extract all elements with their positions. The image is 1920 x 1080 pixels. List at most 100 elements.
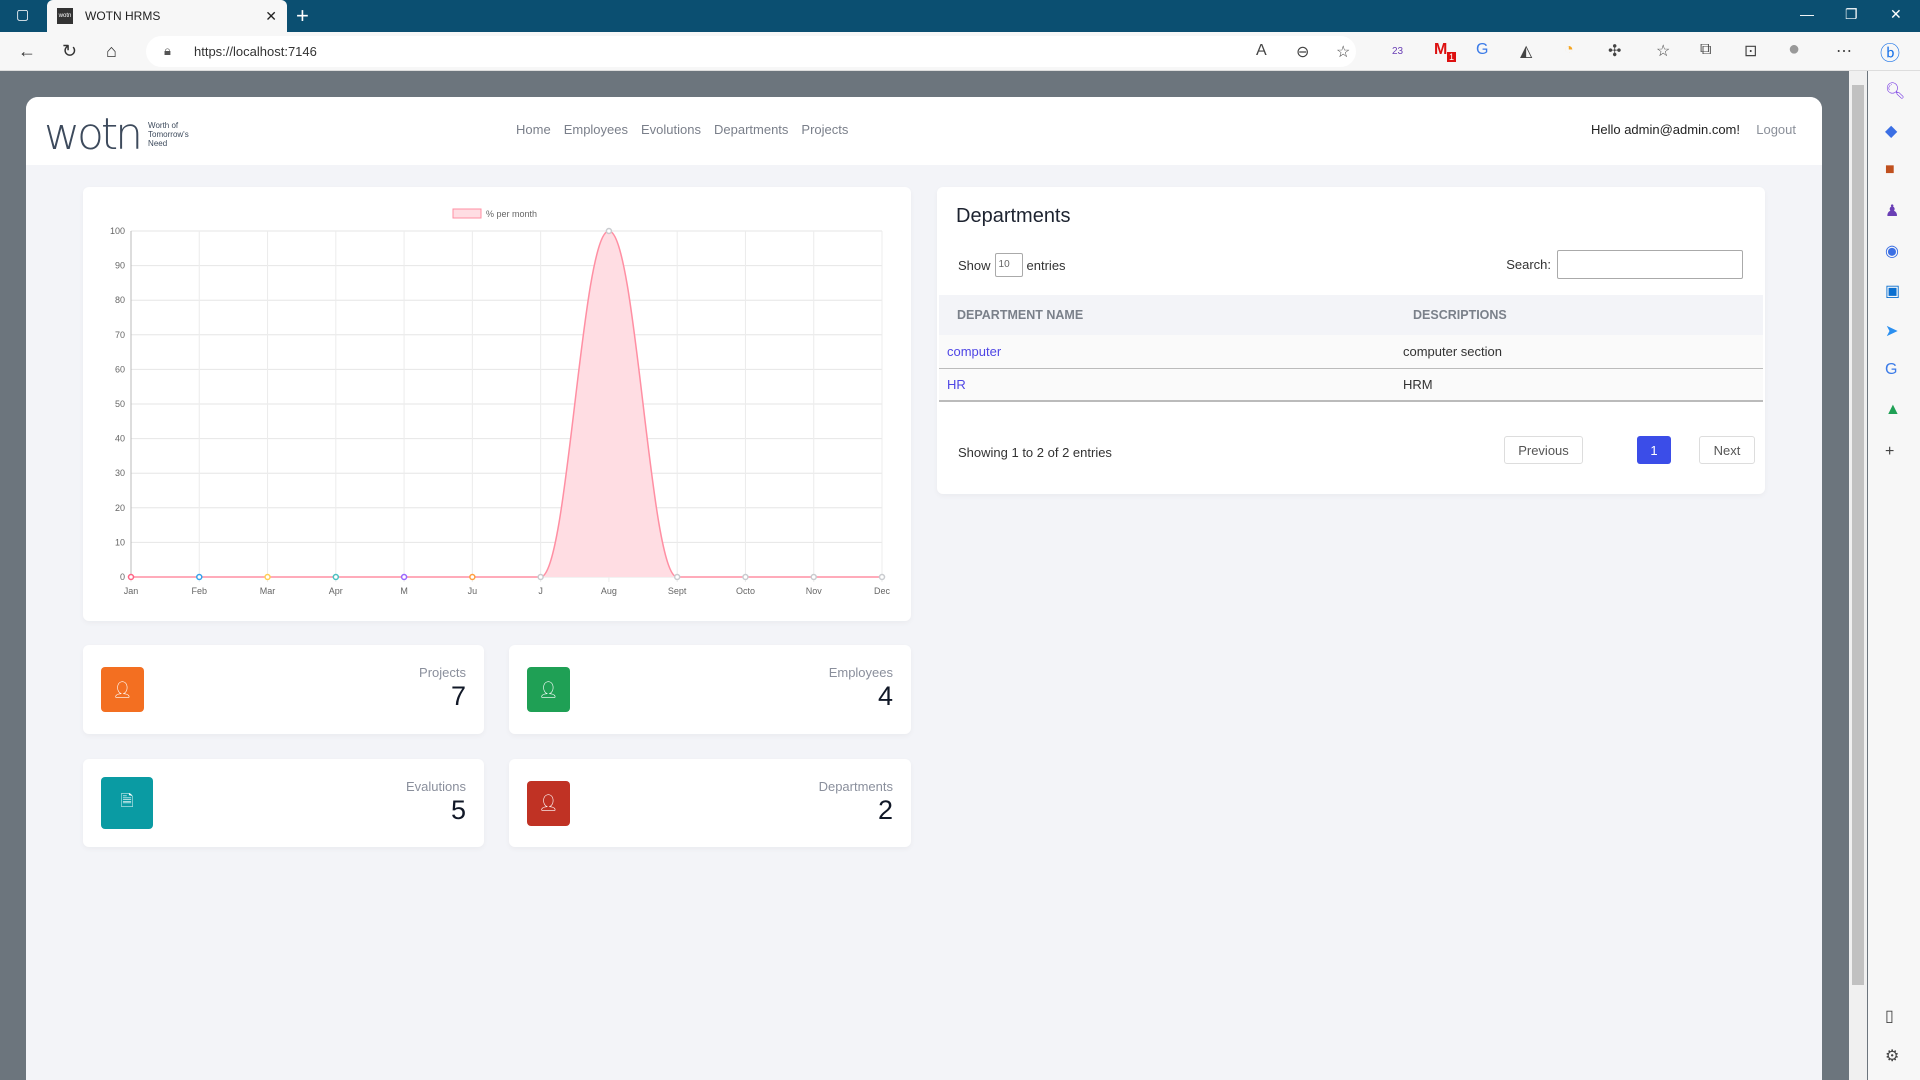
departments-card: Departments Show 10 entries Search: DEPA… bbox=[937, 187, 1765, 494]
column-header-department-name[interactable]: DEPARTMENT NAME bbox=[939, 295, 1395, 335]
user-greeting: Hello admin@admin.com! bbox=[1590, 122, 1740, 137]
outlook-icon[interactable]: ▣ bbox=[1885, 281, 1900, 301]
gmail-icon[interactable]: M bbox=[1434, 41, 1447, 59]
address-bar[interactable]: 🔒︎ https://localhost:7146 A ⊖ ☆ bbox=[146, 36, 1356, 67]
data-point bbox=[127, 573, 135, 581]
legend-label: % per month bbox=[486, 209, 537, 219]
settings-gear-icon[interactable]: ⚙ bbox=[1885, 1046, 1899, 1066]
extensions-puzzle-icon[interactable]: ✣ bbox=[1608, 41, 1621, 61]
table-row: computer computer section bbox=[939, 335, 1763, 369]
profile-avatar-icon[interactable]: ● bbox=[1788, 38, 1800, 61]
x-tick-label: Nov bbox=[806, 586, 823, 596]
nav-projects[interactable]: Projects bbox=[801, 122, 848, 137]
logout-link[interactable]: Logout bbox=[1756, 122, 1796, 137]
read-aloud-icon[interactable]: A bbox=[1256, 42, 1267, 60]
stat-label: Evalutions bbox=[406, 779, 466, 794]
department-link[interactable]: computer bbox=[947, 344, 1001, 359]
search-icon[interactable]: 🔍︎ bbox=[1885, 81, 1905, 101]
restore-icon[interactable]: ❐ bbox=[1845, 6, 1858, 23]
browser-tab-bar: ▢ wotn WOTN HRMS ✕ + — ❐ ✕ bbox=[0, 0, 1920, 32]
sidebar-toggle-icon[interactable]: ▯ bbox=[1885, 1006, 1894, 1026]
scrollbar-thumb[interactable] bbox=[1852, 85, 1864, 985]
user-icon: 👤︎ bbox=[527, 667, 570, 712]
logo-tagline: Worth of Tomorrow's Need bbox=[148, 121, 189, 148]
extension-icon[interactable]: ◭ bbox=[1520, 41, 1532, 61]
favorite-star-icon[interactable]: ☆ bbox=[1336, 42, 1350, 62]
monthly-chart: 0 10 20 30 40 50 60 70 80 90 100 Jan Feb Mar Apr M Ju J Au… bbox=[110, 208, 891, 596]
zoom-out-icon[interactable]: ⊖ bbox=[1296, 42, 1309, 62]
document-icon: 🗎︎ bbox=[101, 777, 153, 829]
data-point bbox=[264, 573, 271, 581]
send-icon[interactable]: ➤ bbox=[1885, 321, 1898, 341]
x-tick-label: Sept bbox=[668, 586, 687, 596]
page-length-control: Show 10 entries bbox=[958, 253, 1066, 277]
y-tick-label: 60 bbox=[115, 364, 125, 374]
translator-icon[interactable]: G bbox=[1885, 361, 1897, 379]
collections-icon[interactable]: ⧉ bbox=[1700, 41, 1711, 59]
stat-card-employees[interactable]: 👤︎ Employees 4 bbox=[509, 645, 911, 734]
department-link[interactable]: HR bbox=[947, 377, 966, 392]
y-tick-label: 100 bbox=[110, 226, 125, 236]
x-tick-label: Feb bbox=[192, 586, 208, 596]
nav-home[interactable]: Home bbox=[516, 122, 551, 137]
page-1-button[interactable]: 1 bbox=[1637, 436, 1671, 464]
stat-label: Employees bbox=[828, 665, 893, 680]
new-tab-icon[interactable]: + bbox=[296, 3, 309, 29]
logo[interactable]: wotn Worth of Tomorrow's Need bbox=[44, 109, 204, 160]
math-solver-icon[interactable]: ⊡ bbox=[1744, 41, 1757, 61]
close-tab-icon[interactable]: ✕ bbox=[265, 8, 277, 25]
logo-mark: wotn bbox=[44, 109, 143, 160]
stat-card-evalutions[interactable]: 🗎︎ Evalutions 5 bbox=[83, 759, 484, 847]
x-tick-label: Dec bbox=[874, 586, 891, 596]
tab-title: WOTN HRMS bbox=[85, 9, 161, 23]
y-tick-label: 50 bbox=[115, 399, 125, 409]
x-tick-label: Aug bbox=[601, 586, 617, 596]
extension-badge-icon[interactable]: 23 bbox=[1392, 46, 1403, 57]
refresh-icon[interactable]: ↻ bbox=[62, 41, 77, 62]
add-icon[interactable]: + bbox=[1885, 443, 1894, 461]
table-row: HR HRM bbox=[939, 368, 1763, 402]
table-info: Showing 1 to 2 of 2 entries bbox=[958, 445, 1112, 460]
close-window-icon[interactable]: ✕ bbox=[1890, 6, 1902, 23]
search-label: Search: bbox=[1506, 257, 1551, 272]
back-icon[interactable]: ← bbox=[18, 41, 36, 62]
shopping-tag-icon[interactable]: ◆ bbox=[1885, 121, 1897, 141]
home-icon[interactable]: ⌂ bbox=[106, 41, 117, 62]
minimize-icon[interactable]: — bbox=[1800, 6, 1814, 22]
office-icon[interactable]: ◉ bbox=[1885, 241, 1899, 261]
main-nav: Home Employees Evolutions Departments Pr… bbox=[516, 122, 848, 137]
departments-title: Departments bbox=[956, 205, 1071, 227]
nav-departments[interactable]: Departments bbox=[714, 122, 788, 137]
favorites-icon[interactable]: ☆ bbox=[1656, 41, 1670, 61]
translate-icon[interactable]: G bbox=[1476, 41, 1488, 59]
tab-actions-icon[interactable]: ▢ bbox=[16, 6, 29, 23]
lock-icon: 🔒︎ bbox=[164, 43, 171, 58]
stat-value: 4 bbox=[877, 681, 893, 711]
column-header-descriptions[interactable]: DESCRIPTIONS bbox=[1395, 295, 1763, 335]
y-tick-label: 70 bbox=[115, 330, 125, 340]
data-point bbox=[605, 227, 613, 235]
next-button[interactable]: Next bbox=[1699, 436, 1755, 464]
x-tick-label: Mar bbox=[260, 586, 276, 596]
address-toolbar: ← ↻ ⌂ 🔒︎ https://localhost:7146 A ⊖ ☆ 23… bbox=[0, 32, 1920, 71]
user-icon: 👤︎ bbox=[527, 780, 570, 826]
nav-employees[interactable]: Employees bbox=[564, 122, 628, 137]
search-input[interactable] bbox=[1557, 250, 1743, 279]
legend-swatch bbox=[452, 208, 482, 219]
games-icon[interactable]: ♟ bbox=[1885, 201, 1899, 221]
browser-tab[interactable]: wotn WOTN HRMS ✕ bbox=[47, 0, 287, 32]
entries-select[interactable]: 10 bbox=[994, 253, 1023, 277]
tools-icon[interactable]: ■ bbox=[1885, 161, 1895, 179]
drive-icon[interactable]: ▲ bbox=[1885, 401, 1901, 419]
x-tick-label: Octo bbox=[736, 586, 755, 596]
more-options-icon[interactable]: ⋯ bbox=[1836, 41, 1852, 61]
previous-button[interactable]: Previous bbox=[1504, 436, 1583, 464]
stat-card-departments[interactable]: 👤︎ Departments 2 bbox=[509, 759, 911, 847]
y-tick-label: 20 bbox=[115, 503, 125, 513]
url-text: https://localhost:7146 bbox=[194, 44, 317, 59]
bing-copilot-icon[interactable]: ⓑ bbox=[1880, 37, 1900, 66]
page-scrollbar[interactable] bbox=[1849, 71, 1867, 1080]
stat-card-projects[interactable]: 👤︎ Projects 7 bbox=[83, 645, 484, 734]
timer-icon[interactable]: ◔ bbox=[1564, 41, 1574, 59]
nav-evolutions[interactable]: Evolutions bbox=[641, 122, 701, 137]
